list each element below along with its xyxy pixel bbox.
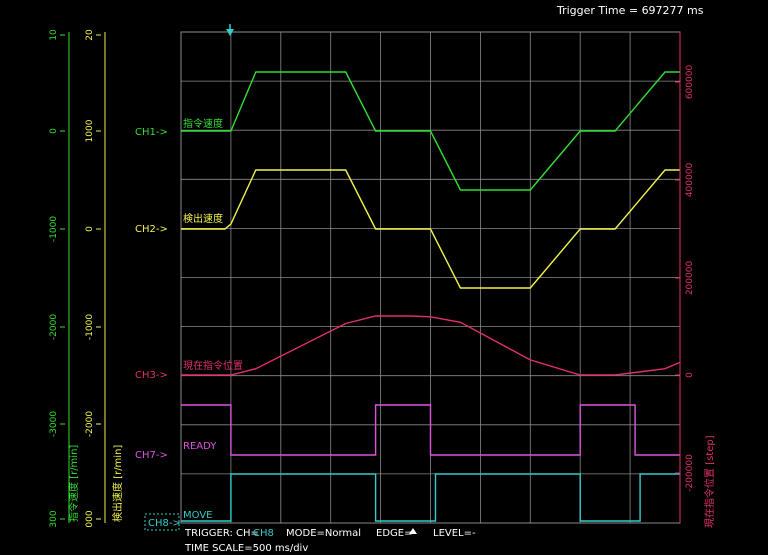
axis-ch2-label: 検出速度 [r/min]: [111, 445, 124, 522]
channel-marker-ch7[interactable]: CH7->: [135, 450, 168, 461]
trigger-channel[interactable]: CH8: [253, 528, 274, 539]
tick-label: 0: [85, 226, 95, 232]
channel-marker-ch3[interactable]: CH3->: [135, 370, 168, 381]
channel-marker-ch1[interactable]: CH1->: [135, 127, 168, 138]
channel-marker-ch8[interactable]: CH8->: [148, 518, 181, 529]
status-bar: TRIGGER: CH= CH8 MODE=Normal EDGE= LEVEL…: [184, 528, 476, 554]
tick-label: -2000: [85, 411, 95, 437]
tick-label: 300: [49, 510, 59, 527]
tick-label: 600000: [685, 65, 695, 100]
tick-label: 20: [85, 29, 95, 41]
tick-label: 0: [49, 128, 59, 134]
tick-label: 0: [685, 372, 695, 378]
tick-label: -2000: [49, 314, 59, 340]
tick-label: 000: [85, 510, 95, 527]
trigger-label: TRIGGER: CH=: [184, 528, 259, 539]
time-scale: TIME SCALE=500 ms/div: [184, 543, 308, 554]
tick-label: 200000: [685, 261, 695, 296]
axis-ch1: 10 0 -1000 -2000 -3000 300 指令速度 [r/min]: [49, 29, 80, 528]
channel-labels: CH1-> 指令速度 CH2-> 検出速度 CH3-> 現在指令位置 CH7-> READY C…: [135, 117, 243, 529]
channel-marker-ch2[interactable]: CH2->: [135, 224, 168, 235]
channel-name-ch2: 検出速度: [183, 212, 223, 225]
tick-label: 1000: [85, 119, 95, 142]
edge-label: EDGE=: [376, 528, 412, 539]
trigger-time: Trigger Time = 697277 ms: [556, 4, 704, 17]
oscilloscope-chart: Trigger Time = 697277 ms 10 0 -1000 -2000 -3…: [49, 4, 716, 554]
axis-ch3-label: 現在指令位置 [step]: [703, 435, 716, 528]
tick-label: -3000: [49, 411, 59, 437]
axis-ch1-label: 指令速度 [r/min]: [67, 445, 80, 522]
channel-name-ch1: 指令速度: [183, 117, 223, 130]
tick-label: -1000: [49, 216, 59, 242]
tick-label: -200000: [685, 454, 695, 492]
series-ch7-trace: [181, 404, 680, 456]
axis-ch3: 600000 400000 200000 0 -200000 現在指令位置 [step]: [675, 32, 716, 528]
axis-ch2: 20 1000 0 -1000 -2000 000 検出速度 [r/min]: [85, 29, 124, 528]
channel-name-ch7: READY: [183, 441, 217, 452]
trigger-level[interactable]: LEVEL=-: [433, 528, 476, 539]
trigger-mode[interactable]: MODE=Normal: [286, 528, 361, 539]
channel-name-ch3: 現在指令位置: [183, 359, 243, 372]
channel-name-ch8: MOVE: [183, 510, 212, 521]
tick-label: -1000: [85, 314, 95, 340]
tick-label: 10: [49, 29, 59, 41]
tick-label: 400000: [685, 163, 695, 198]
